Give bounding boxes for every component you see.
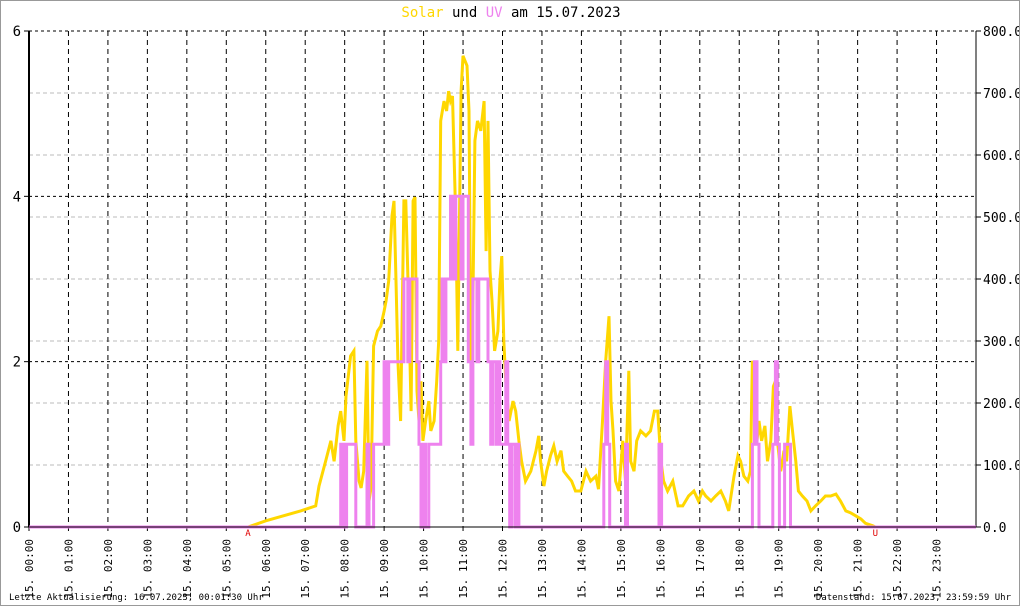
x-axis-label: 15. 00:00	[23, 539, 36, 599]
left-axis-label: 2	[13, 355, 21, 371]
right-axis-label: 300.0	[983, 335, 1020, 350]
right-axis-label: 200.0	[983, 397, 1020, 412]
x-axis-label: 15. 11:00	[457, 539, 470, 599]
right-axis-label: 400.0	[983, 273, 1020, 288]
x-axis-label: 15. 13:00	[536, 539, 549, 599]
x-axis-label: 15. 19:00	[773, 539, 786, 599]
x-axis-label: 15. 01:00	[62, 539, 75, 599]
x-axis-label: 15. 20:00	[812, 539, 825, 599]
x-axis-label: 15. 16:00	[654, 539, 667, 599]
x-axis-label: 15. 10:00	[418, 539, 431, 599]
x-axis-label: 15. 21:00	[852, 539, 865, 599]
chart-plot: 0.0 100.0 200.0 300.0 400.0 500.0 600.0 700.0 80…	[13, 24, 1020, 599]
x-axis-label: 15. 22:00	[891, 539, 904, 599]
right-axis-label: 700.0	[983, 87, 1020, 102]
x-axis-label: 15. 18:00	[733, 539, 746, 599]
x-axis-label: 15. 12:00	[497, 539, 510, 599]
right-axis-label: 600.0	[983, 149, 1020, 164]
x-axis-label: 15. 03:00	[141, 539, 154, 599]
marker-u: U	[873, 529, 878, 539]
marker-a: A	[245, 529, 251, 539]
chart-frame: Solar und UV am 15.07.2023 0.0 100.0 200.0…	[0, 0, 1020, 606]
right-axis-label: 0.0	[983, 521, 1006, 536]
x-axis-label: 15. 07:00	[299, 539, 312, 599]
x-axis-label: 15. 14:00	[575, 539, 588, 599]
x-axis-label: 15. 23:00	[931, 539, 944, 599]
x-axis-label: 15. 08:00	[339, 539, 352, 599]
footer-last-update: Letzte Aktualisierung: 16.07.2023, 00:01…	[9, 593, 264, 603]
left-axis-label: 6	[13, 24, 21, 40]
right-axis-label: 100.0	[983, 459, 1020, 474]
x-axis-label: 15. 05:00	[220, 539, 233, 599]
x-axis-label: 15. 06:00	[260, 539, 273, 599]
right-axis-label: 500.0	[983, 211, 1020, 226]
footer-data-status: Datenstand: 15.07.2023, 23:59:59 Uhr	[815, 593, 1011, 603]
left-axis-label: 4	[13, 189, 21, 205]
x-axis-label: 15. 04:00	[181, 539, 194, 599]
x-axis-label: 15. 17:00	[694, 539, 707, 599]
right-axis-label: 800.0	[983, 25, 1020, 40]
left-axis-label: 0	[13, 520, 21, 536]
x-axis-label: 15. 09:00	[378, 539, 391, 599]
x-axis-label: 15. 15:00	[615, 539, 628, 599]
x-axis-label: 15. 02:00	[102, 539, 115, 599]
